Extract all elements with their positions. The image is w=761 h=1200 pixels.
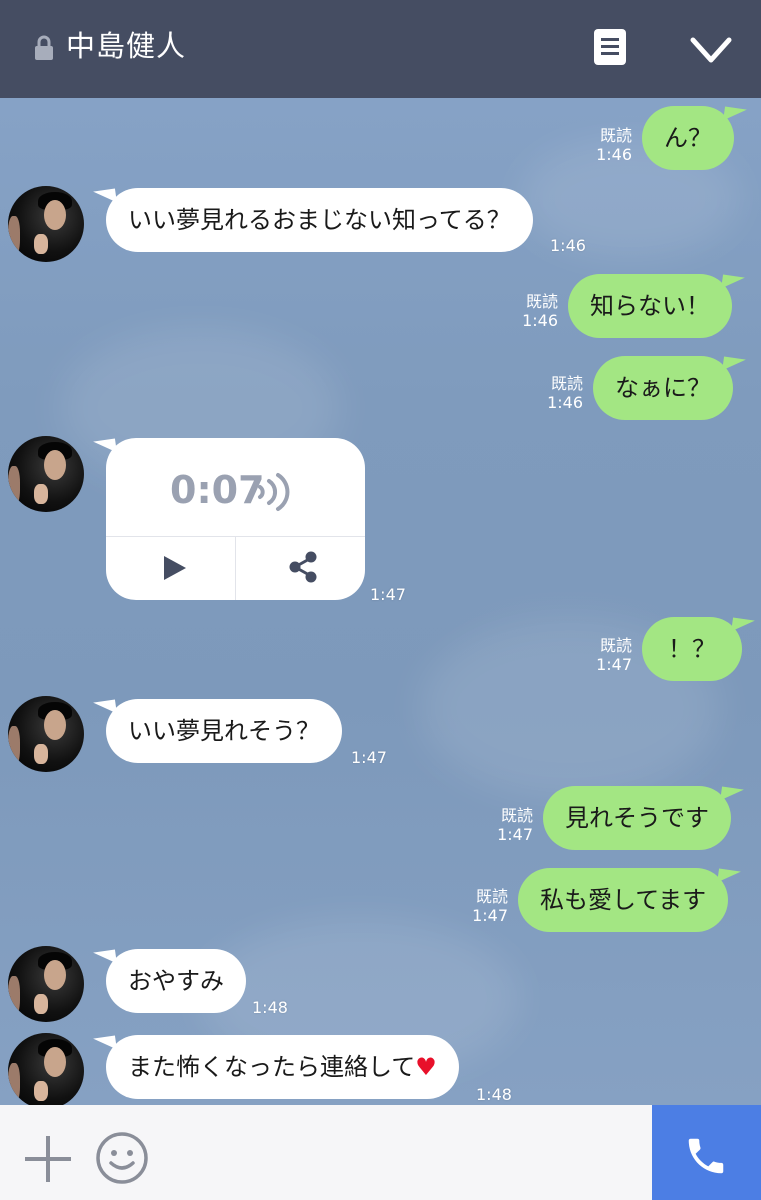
avatar[interactable] <box>8 946 84 1022</box>
message-bubble-outgoing[interactable]: なぁに？ <box>593 356 733 420</box>
message-meta: 既読 1:46 <box>516 292 558 330</box>
voice-duration: 0:07 <box>170 468 265 512</box>
notes-icon[interactable] <box>592 27 628 67</box>
message-time: 1:47 <box>472 906 508 925</box>
call-button[interactable] <box>652 1105 761 1200</box>
message-meta: 既読 1:47 <box>590 636 632 674</box>
voice-message: 0:07 <box>106 438 365 600</box>
plus-icon[interactable] <box>23 1134 73 1184</box>
share-icon[interactable] <box>286 550 320 584</box>
read-receipt: 既読 <box>599 636 632 655</box>
phone-icon <box>688 1138 724 1174</box>
read-receipt: 既読 <box>550 374 583 393</box>
message-bubble-outgoing[interactable]: 私も愛してます <box>518 868 729 932</box>
chat-header: 中島健人 <box>0 0 761 98</box>
smile-icon[interactable] <box>95 1131 149 1185</box>
read-receipt: 既読 <box>525 292 558 311</box>
message-time: 1:46 <box>550 236 586 255</box>
message-bubble-incoming[interactable]: また怖くなったら連絡して♥ <box>106 1035 459 1099</box>
message-time: 1:47 <box>351 748 387 767</box>
message-meta: 既読 1:47 <box>491 806 533 844</box>
message-bubble-incoming[interactable]: おやすみ <box>106 949 246 1013</box>
message-bubble-outgoing[interactable]: 見れそうです <box>543 786 731 850</box>
message-bubble-outgoing[interactable]: ！？ <box>642 617 742 681</box>
message-time: 1:48 <box>252 998 288 1017</box>
message-text: また怖くなったら連絡して <box>128 1053 416 1081</box>
message-bubble-incoming[interactable]: いい夢見れそう？ <box>106 699 342 763</box>
message-bubble-outgoing[interactable]: 知らない！ <box>568 274 732 338</box>
lock-icon <box>35 35 53 60</box>
chat-title: 中島健人 <box>66 29 187 63</box>
read-receipt: 既読 <box>500 806 533 825</box>
sound-wave-icon <box>258 473 290 511</box>
read-receipt: 既読 <box>475 887 508 906</box>
avatar[interactable] <box>8 186 84 262</box>
divider <box>235 536 236 600</box>
message-bubble-outgoing[interactable]: ん？ <box>642 106 734 170</box>
message-meta: 既読 1:46 <box>590 126 632 164</box>
message-meta: 既読 1:46 <box>541 374 583 412</box>
message-time: 1:48 <box>476 1085 512 1104</box>
read-receipt: 既読 <box>599 126 632 145</box>
avatar[interactable] <box>8 696 84 772</box>
avatar[interactable] <box>8 1033 84 1105</box>
message-time: 1:46 <box>522 311 558 330</box>
message-time: 1:47 <box>596 655 632 674</box>
message-time: 1:46 <box>596 145 632 164</box>
message-time: 1:46 <box>547 393 583 412</box>
message-time: 1:47 <box>497 825 533 844</box>
play-icon[interactable] <box>162 554 188 582</box>
message-bubble-incoming[interactable]: いい夢見れるおまじない知ってる？ <box>106 188 533 252</box>
chevron-down-icon[interactable] <box>687 30 735 70</box>
message-meta: 既読 1:47 <box>466 887 508 925</box>
chat-area[interactable]: 既読 1:46 ん？ いい夢見れるおまじない知ってる？ 1:46 既読 1:46… <box>0 98 761 1105</box>
message-time: 1:47 <box>370 585 406 604</box>
avatar[interactable] <box>8 436 84 512</box>
heart-icon: ♥ <box>415 1053 437 1081</box>
